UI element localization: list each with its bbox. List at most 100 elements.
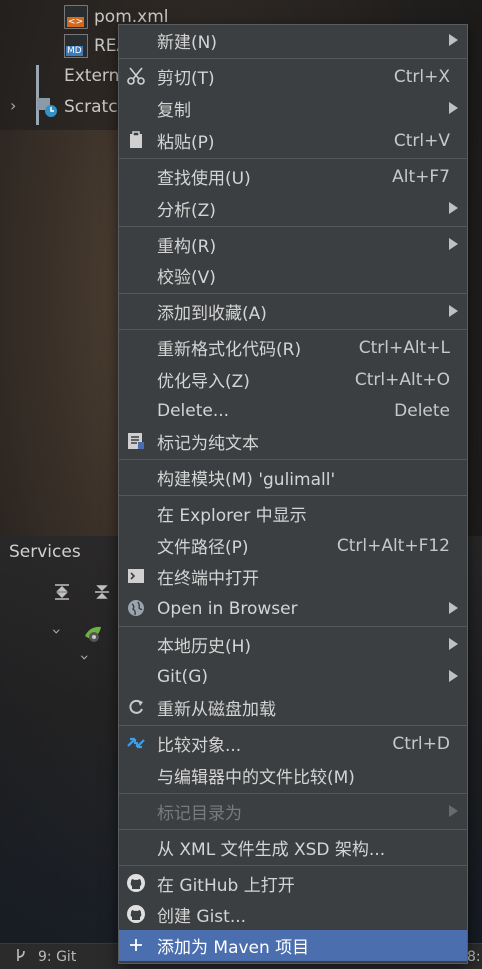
tree-item-external-libraries[interactable]: Extern — [36, 63, 120, 125]
context-menu: 新建(N) 剪切(T) Ctrl+X 复制 粘贴(P) Ctrl+V 查找使用(… — [118, 24, 468, 964]
tree-item-label: Extern — [64, 66, 120, 86]
menu-item-label: 重构(R) — [157, 237, 217, 257]
menu-item-shortcut: Ctrl+D — [392, 733, 450, 754]
markdown-file-icon — [64, 34, 88, 58]
menu-item-reformat-code[interactable]: 重新格式化代码(R) Ctrl+Alt+L — [119, 332, 467, 363]
menu-item-show-in-explorer[interactable]: 在 Explorer 中显示 — [119, 498, 467, 529]
menu-item-open-on-github[interactable]: 在 GitHub 上打开 — [119, 868, 467, 899]
library-icon — [36, 65, 58, 125]
menu-separator — [119, 58, 467, 59]
services-title: Services — [9, 542, 81, 562]
menu-item-shortcut: Ctrl+Alt+O — [354, 369, 450, 390]
menu-item-git[interactable]: Git(G) — [119, 661, 467, 692]
globe-icon — [125, 597, 147, 619]
plain-text-icon — [125, 430, 147, 452]
menu-item-add-to-favorites[interactable]: 添加到收藏(A) — [119, 296, 467, 327]
submenu-arrow-icon — [449, 238, 458, 250]
compare-icon — [125, 732, 147, 754]
menu-item-build-module[interactable]: 构建模块(M) 'gulimall' — [119, 462, 467, 493]
menu-item-label: Open in Browser — [157, 598, 298, 619]
menu-item-label: 添加为 Maven 项目 — [157, 938, 310, 958]
menu-item-open-in-browser[interactable]: Open in Browser — [119, 593, 467, 624]
menu-item-reload-from-disk[interactable]: 重新从磁盘加载 — [119, 692, 467, 723]
chevron-right-icon[interactable]: › — [10, 96, 16, 115]
menu-item-refactor[interactable]: 重构(R) — [119, 229, 467, 260]
menu-item-find-usages[interactable]: 查找使用(U) Alt+F7 — [119, 161, 467, 192]
xml-file-icon — [64, 5, 88, 29]
menu-item-open-in-terminal[interactable]: 在终端中打开 — [119, 561, 467, 592]
menu-separator — [119, 626, 467, 627]
menu-item-label: 本地历史(H) — [157, 637, 252, 657]
menu-item-file-path[interactable]: 文件路径(P) Ctrl+Alt+F12 — [119, 530, 467, 561]
chevron-down-icon[interactable]: › — [48, 628, 67, 634]
submenu-arrow-icon — [449, 102, 458, 114]
menu-item-validate[interactable]: 校验(V) — [119, 260, 467, 291]
menu-item-label: 构建模块(M) 'gulimall' — [157, 470, 336, 490]
scratch-clock-icon — [36, 96, 58, 118]
menu-item-label: 标记目录为 — [157, 804, 242, 824]
menu-item-compare-with-editor[interactable]: 与编辑器中的文件比较(M) — [119, 760, 467, 791]
status-fragment: 8: — [467, 949, 481, 965]
spring-boot-icon — [82, 622, 102, 642]
menu-item-compare-with[interactable]: 比较对象... Ctrl+D — [119, 728, 467, 759]
scissors-icon — [125, 65, 147, 87]
chevron-down-icon[interactable]: › — [76, 654, 95, 660]
submenu-arrow-icon — [449, 638, 458, 650]
menu-item-copy[interactable]: 复制 — [119, 93, 467, 124]
menu-item-label: Git(G) — [157, 666, 208, 687]
plus-icon — [125, 934, 147, 956]
menu-separator — [119, 293, 467, 294]
menu-item-label: 优化导入(Z) — [157, 372, 250, 392]
menu-item-label: 查找使用(U) — [157, 169, 251, 189]
menu-item-analyze[interactable]: 分析(Z) — [119, 193, 467, 224]
menu-separator — [119, 829, 467, 830]
menu-item-label: 新建(N) — [157, 33, 217, 53]
menu-item-label: 在 Explorer 中显示 — [157, 506, 307, 526]
menu-item-label: 与编辑器中的文件比较(M) — [157, 768, 355, 788]
menu-item-optimize-imports[interactable]: 优化导入(Z) Ctrl+Alt+O — [119, 364, 467, 395]
menu-item-shortcut: Ctrl+Alt+L — [358, 337, 450, 358]
menu-item-add-as-maven-project[interactable]: 添加为 Maven 项目 — [119, 930, 467, 961]
git-tool-window-button[interactable]: 9: Git — [38, 949, 76, 965]
menu-item-mark-plain-text[interactable]: 标记为纯文本 — [119, 426, 467, 457]
menu-separator — [119, 495, 467, 496]
menu-item-local-history[interactable]: 本地历史(H) — [119, 629, 467, 660]
menu-separator — [119, 329, 467, 330]
menu-item-label: 创建 Gist... — [157, 907, 247, 927]
menu-item-label: 粘贴(P) — [157, 133, 215, 153]
menu-item-shortcut: Alt+F7 — [392, 166, 450, 187]
reload-icon — [125, 696, 147, 718]
menu-item-label: 分析(Z) — [157, 201, 216, 221]
menu-item-label: 文件路径(P) — [157, 538, 249, 558]
menu-item-cut[interactable]: 剪切(T) Ctrl+X — [119, 61, 467, 92]
github-icon — [125, 903, 147, 925]
menu-item-label: 剪切(T) — [157, 69, 215, 89]
menu-item-create-gist[interactable]: 创建 Gist... — [119, 899, 467, 930]
menu-item-shortcut: Ctrl+V — [393, 130, 450, 151]
clipboard-icon — [125, 129, 147, 151]
submenu-arrow-icon — [449, 202, 458, 214]
menu-item-delete[interactable]: Delete... Delete — [119, 395, 467, 426]
menu-item-label: 重新从磁盘加载 — [157, 700, 276, 720]
menu-item-new[interactable]: 新建(N) — [119, 25, 467, 56]
submenu-arrow-icon — [449, 305, 458, 317]
menu-item-generate-xsd[interactable]: 从 XML 文件生成 XSD 架构... — [119, 832, 467, 863]
menu-item-label: 重新格式化代码(R) — [157, 340, 302, 360]
menu-item-label: 复制 — [157, 101, 191, 121]
tree-item-scratches[interactable]: Scratc — [36, 94, 118, 120]
menu-item-label: 标记为纯文本 — [157, 434, 259, 454]
expand-all-icon[interactable] — [52, 582, 72, 602]
menu-item-label: 在终端中打开 — [157, 569, 259, 589]
menu-separator — [119, 459, 467, 460]
collapse-all-icon[interactable] — [92, 582, 112, 602]
menu-item-label: 校验(V) — [157, 268, 216, 288]
menu-item-label: 在 GitHub 上打开 — [157, 876, 295, 896]
menu-item-shortcut: Ctrl+X — [393, 66, 450, 87]
menu-item-label: Delete... — [157, 400, 230, 421]
menu-item-label: 添加到收藏(A) — [157, 304, 267, 324]
menu-separator — [119, 793, 467, 794]
menu-item-shortcut: Ctrl+Alt+F12 — [336, 535, 450, 556]
menu-item-paste[interactable]: 粘贴(P) Ctrl+V — [119, 125, 467, 156]
tree-item-label: Scratc — [64, 97, 118, 117]
menu-item-mark-directory-as: 标记目录为 — [119, 796, 467, 827]
